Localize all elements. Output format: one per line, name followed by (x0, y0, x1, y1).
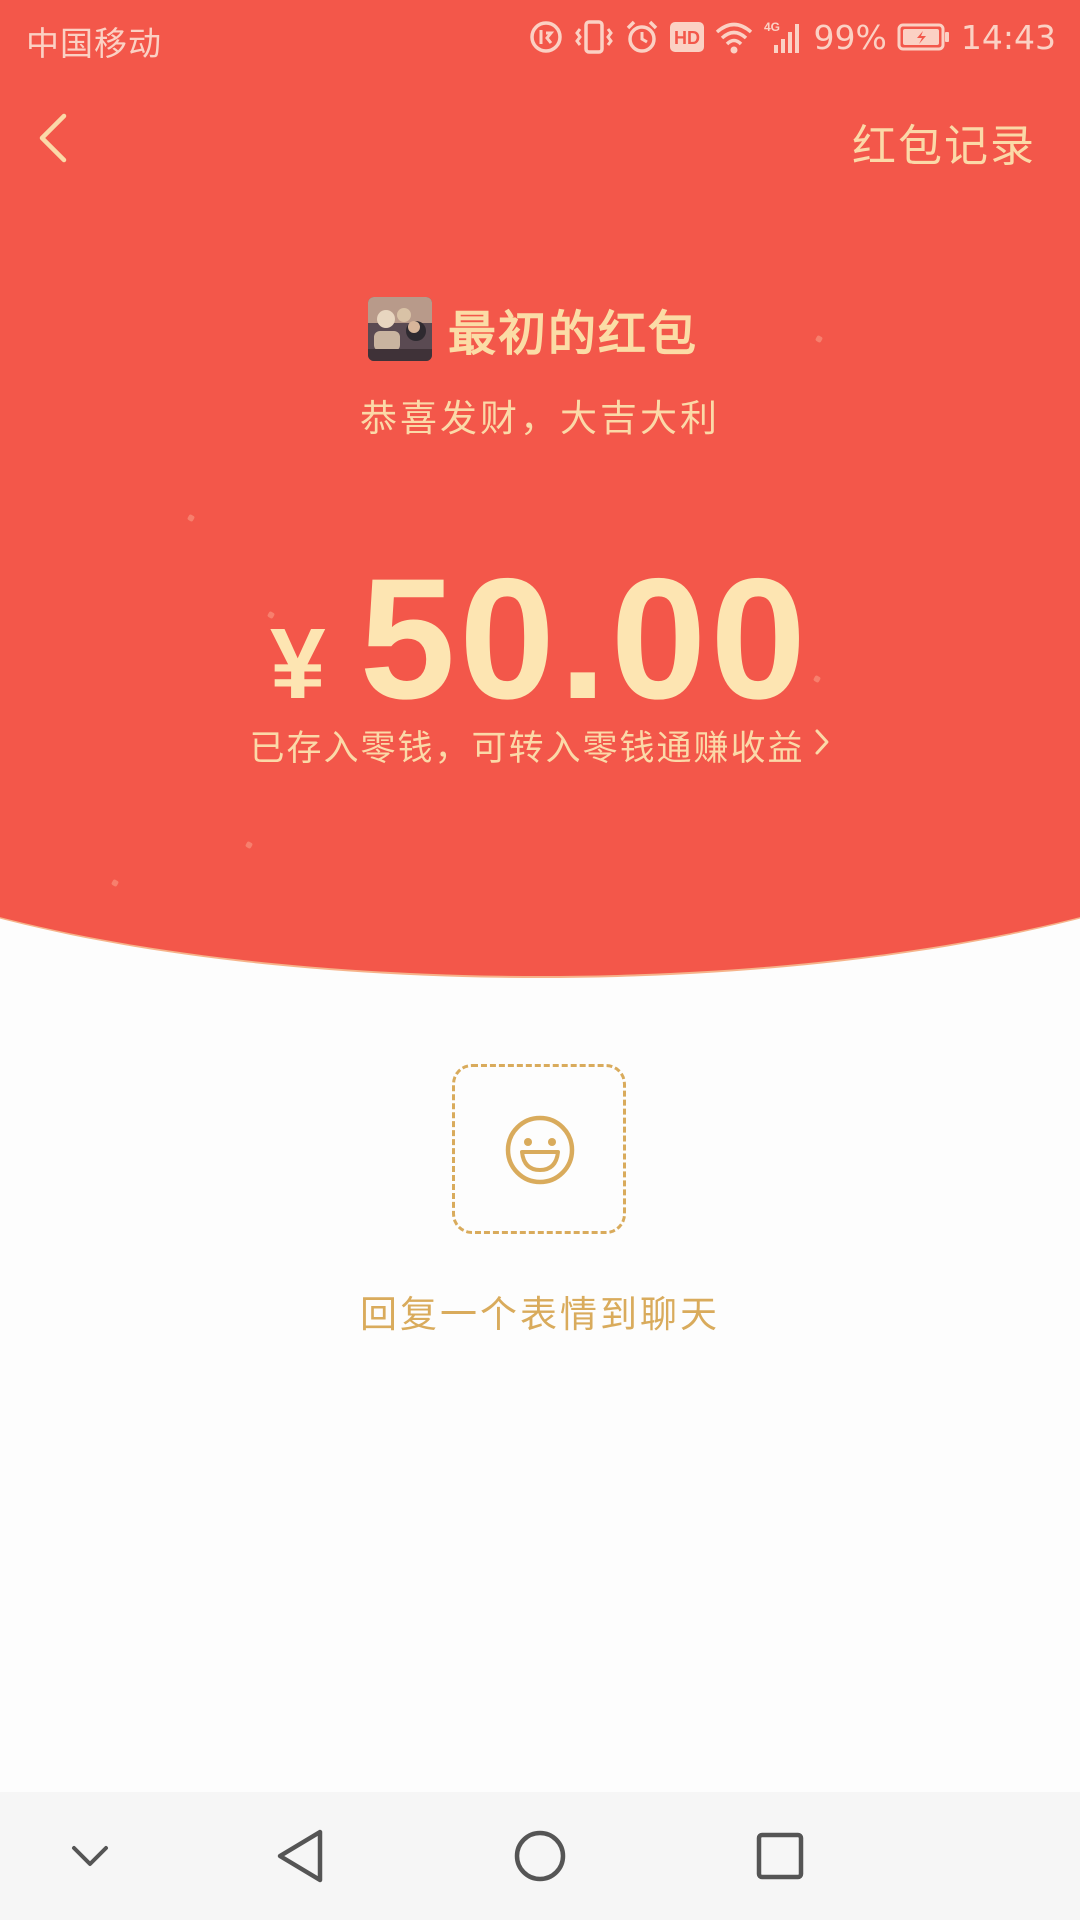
hide-navbar-button[interactable] (56, 1822, 124, 1890)
red-packet-detail-screen: 中国移动 HD 4G 99% 14:43 红包记录 最初的红包 恭喜发财，大吉大… (0, 0, 1080, 1920)
carrier-name: 中国移动 (26, 24, 162, 63)
stored-to-change-link[interactable]: 已存入零钱，可转入零钱通赚收益 (0, 720, 1080, 771)
amount-value: 50.00 (359, 543, 811, 735)
alarm-icon (624, 19, 660, 55)
system-recents-button[interactable] (746, 1822, 814, 1890)
chevron-down-icon (72, 1846, 108, 1866)
square-recents-icon (756, 1832, 804, 1880)
wifi-icon (714, 19, 754, 55)
battery-percent: 99% (813, 17, 887, 57)
smiley-icon (505, 1115, 575, 1185)
svg-text:4G: 4G (764, 20, 780, 34)
blessing-message: 恭喜发财，大吉大利 (360, 397, 720, 440)
avatar (367, 297, 432, 361)
circle-home-icon (514, 1830, 566, 1882)
amount-row: ¥ 50.00 (0, 540, 1080, 738)
red-packet-records-link[interactable]: 红包记录 (852, 110, 1036, 174)
hd-badge-icon: HD (669, 22, 704, 52)
battery-charging-icon (897, 22, 951, 52)
status-bar: 中国移动 HD 4G 99% 14:43 (0, 0, 1080, 76)
system-navigation-bar (0, 1792, 1080, 1920)
system-home-button[interactable] (506, 1822, 574, 1890)
cellular-signal-icon: 4G (764, 19, 804, 55)
clock: 14:43 (960, 17, 1056, 57)
triangle-back-icon (277, 1829, 323, 1883)
currency-symbol: ¥ (269, 608, 326, 720)
stored-note-text: 已存入零钱，可转入零钱通赚收益 (249, 729, 805, 769)
sender-row: 最初的红包 (0, 294, 1080, 364)
system-back-button[interactable] (266, 1822, 334, 1890)
sender-name: 最初的红包 (447, 306, 698, 362)
status-icons: HD 4G 99% 14:43 (518, 14, 1056, 60)
chevron-right-icon (813, 726, 831, 766)
emoji-reply-label[interactable]: 回复一个表情到聊天 (0, 1284, 1080, 1338)
svg-text:HD: HD (674, 28, 700, 48)
vibrate-icon (574, 19, 614, 55)
emoji-reply-button[interactable] (452, 1064, 626, 1234)
data-saver-icon (528, 19, 564, 55)
chevron-left-icon (39, 113, 67, 163)
back-button[interactable] (34, 112, 74, 164)
